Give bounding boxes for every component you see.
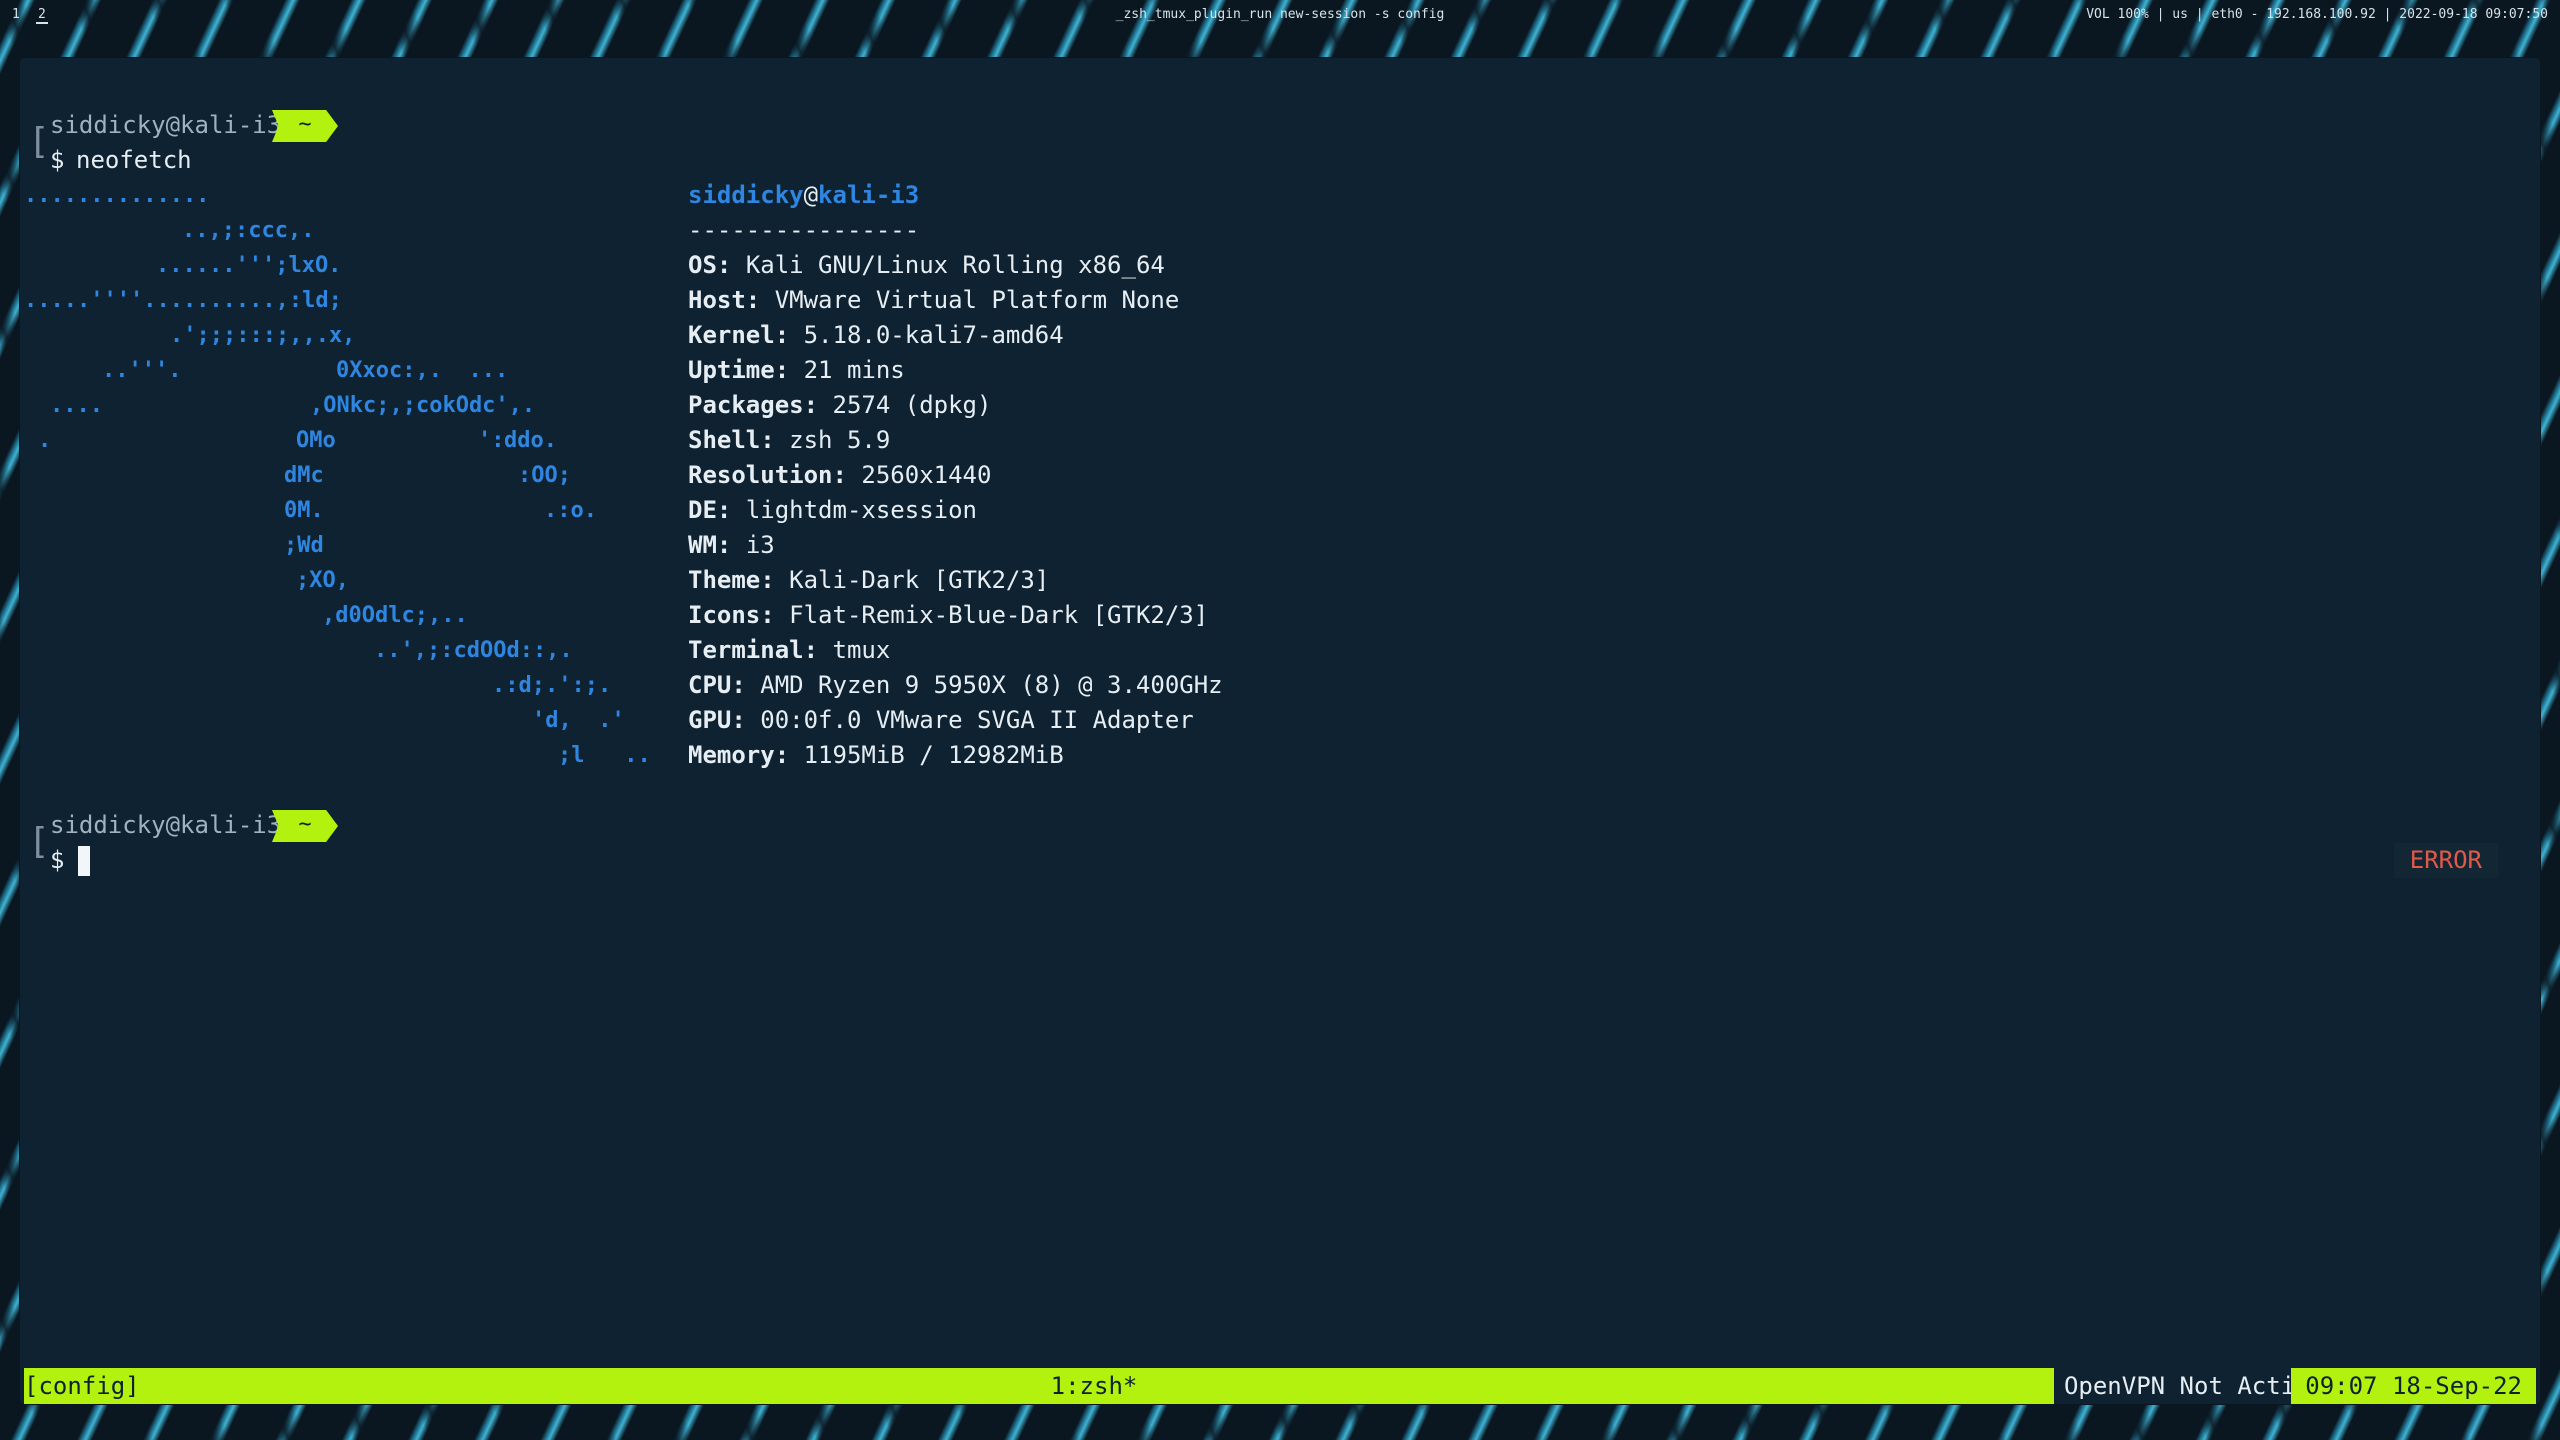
ascii-line: . [38,428,52,453]
ascii-line: ': [478,428,505,453]
prompt-bracket: [ [28,121,50,162]
tmux-window-tab[interactable]: 1:zsh* [24,1368,2164,1404]
neofetch-host: kali-i3 [818,181,920,209]
info-key: WM: [688,531,732,559]
info-value: 21 mins [803,356,905,384]
info-value: 00:0f.0 VMware SVGA II Adapter [760,706,1194,734]
neofetch-separator: ---------------- [688,216,920,244]
neofetch-at: @ [803,181,819,209]
ascii-line: ..',;:cdOOd::,. [374,638,573,663]
info-row-de: DE: lightdm-xsession [688,493,977,528]
info-key: OS: [688,251,732,279]
ascii-line: ;l .. [558,743,651,768]
ascii-line: .:o. [544,498,597,523]
error-indicator: ERROR [2393,843,2498,878]
info-key: Packages: [688,391,819,419]
prompt-dollar: $ [50,846,65,874]
info-key: Memory: [688,741,790,769]
ascii-line: ;Wd [284,533,324,558]
ascii-line: ddo. [504,428,557,453]
info-row-icons: Icons: Flat-Remix-Blue-Dark [GTK2/3] [688,598,1208,633]
info-key: Resolution: [688,461,847,489]
terminal-window[interactable]: [ siddicky@kali-i3 ~ $ neofetch ........… [20,58,2540,1404]
ascii-line: OMo [296,428,336,453]
info-row-memory: Memory: 1195MiB / 12982MiB [688,738,1064,773]
ascii-line: ..'''. [102,358,182,383]
ascii-line: 0Xxoc:,. ... [336,358,509,383]
neofetch-title: siddicky@kali-i3 [688,178,919,213]
prompt-dir: ~ [298,112,312,137]
info-row-os: OS: Kali GNU/Linux Rolling x86_64 [688,248,1165,283]
ascii-line: .:d;.':;. [492,673,612,698]
info-key: Uptime: [688,356,790,384]
info-value: AMD Ryzen 9 5950X (8) @ 3.400GHz [760,671,1223,699]
ascii-line: dMc [284,463,324,488]
neofetch-user: siddicky [688,181,804,209]
tmux-status-bar: [config] 1:zsh* OpenVPN Not Active 09:07… [24,1368,2536,1404]
command-text: neofetch [76,146,192,174]
info-row-wm: WM: i3 [688,528,775,563]
tmux-clock: 09:07 18-Sep-22 [2291,1368,2536,1404]
info-value: tmux [832,636,891,664]
info-value: 1195MiB / 12982MiB [803,741,1064,769]
info-value: i3 [745,531,775,559]
prompt-user-host: siddicky@kali-i3 [50,111,282,139]
prompt-dir: ~ [298,812,312,837]
ascii-line: ..,;:ccc,. [182,218,315,243]
ascii-line: .... [50,393,103,418]
info-row-resolution: Resolution: 2560x1440 [688,458,991,493]
info-value: zsh 5.9 [789,426,891,454]
ascii-line: 'd, .' [532,708,625,733]
ascii-line: .............. [24,183,210,208]
prompt-dir-badge: ~ [272,810,338,842]
prompt-user-host: siddicky@kali-i3 [50,811,282,839]
info-row-terminal: Terminal: tmux [688,633,890,668]
system-status: VOL 100% | us | eth0 - 192.168.100.92 | … [2086,7,2548,22]
info-key: CPU: [688,671,746,699]
info-key: Terminal: [688,636,819,664]
info-row-uptime: Uptime: 21 mins [688,353,905,388]
info-value: 2560x1440 [861,461,992,489]
ascii-line: .....''''..........,:ld; [24,288,342,313]
i3-top-bar: 1 2 _zsh_tmux_plugin_run new-session -s … [0,0,2560,30]
prompt-dollar: $ [50,146,65,174]
info-value: Kali GNU/Linux Rolling x86_64 [745,251,1165,279]
info-row-packages: Packages: 2574 (dpkg) [688,388,991,423]
info-row-theme: Theme: Kali-Dark [GTK2/3] [688,563,1049,598]
prompt-dir-badge: ~ [272,110,338,142]
info-row-kernel: Kernel: 5.18.0-kali7-amd64 [688,318,1064,353]
info-key: Kernel: [688,321,790,349]
info-value: Flat-Remix-Blue-Dark [GTK2/3] [789,601,1209,629]
info-key: Shell: [688,426,775,454]
info-key: Theme: [688,566,775,594]
info-value: VMware Virtual Platform None [774,286,1180,314]
info-value: 2574 (dpkg) [832,391,992,419]
info-row-shell: Shell: zsh 5.9 [688,423,890,458]
ascii-line: ,d0Odlc;,.. [322,603,468,628]
ascii-line: .';;;:::;,,.x, [170,323,356,348]
info-key: Host: [688,286,761,314]
ascii-line: ......''';lxO. [156,253,342,278]
text-cursor[interactable] [78,846,90,876]
info-key: Icons: [688,601,775,629]
ascii-line: :OO; [518,463,571,488]
info-key: DE: [688,496,732,524]
info-row-gpu: GPU: 00:0f.0 VMware SVGA II Adapter [688,703,1194,738]
info-row-cpu: CPU: AMD Ryzen 9 5950X (8) @ 3.400GHz [688,668,1223,703]
info-row-host: Host: VMware Virtual Platform None [688,283,1179,318]
info-value: 5.18.0-kali7-amd64 [803,321,1064,349]
prompt-bracket: [ [28,821,50,862]
ascii-line: ,ONkc;,;cokOdc',. [310,393,536,418]
ascii-line: 0M. [284,498,324,523]
info-value: lightdm-xsession [745,496,977,524]
ascii-line: ;XO, [296,568,349,593]
info-key: GPU: [688,706,746,734]
info-value: Kali-Dark [GTK2/3] [789,566,1050,594]
